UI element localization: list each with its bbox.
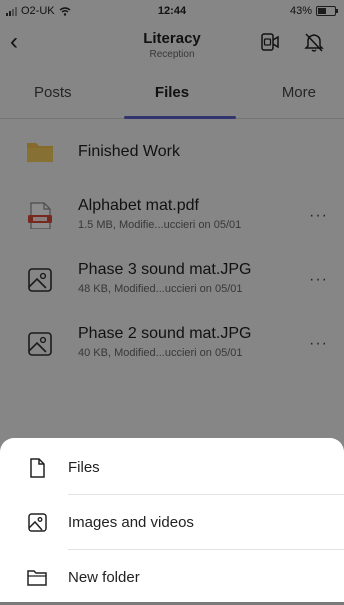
sheet-item-files[interactable]: Files <box>0 440 344 495</box>
sheet-item-images-and-videos[interactable]: Images and videos <box>0 495 344 550</box>
sheet-item-label: Images and videos <box>68 514 194 531</box>
image-icon <box>28 513 47 532</box>
sheet-item-new-folder[interactable]: New folder <box>0 550 344 605</box>
folder-icon <box>27 570 47 586</box>
file-icon <box>30 458 45 478</box>
sheet-item-label: Files <box>68 459 100 476</box>
sheet-item-label: New folder <box>68 569 140 586</box>
add-bottom-sheet: Files Images and videos New folder <box>0 438 344 602</box>
